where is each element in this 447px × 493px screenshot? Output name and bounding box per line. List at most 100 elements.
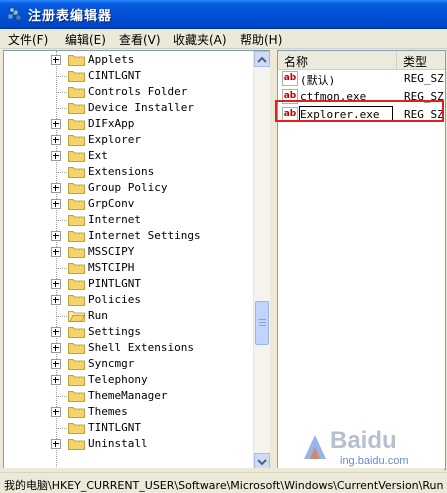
tree-item-label: Uninstall (88, 437, 148, 450)
tree-item-label: Device Installer (88, 101, 194, 114)
expand-plus-icon[interactable] (51, 343, 61, 353)
tree-item-controls-folder[interactable]: Controls Folder (4, 84, 254, 100)
expand-plus-icon[interactable] (51, 327, 61, 337)
expand-plus-icon[interactable] (51, 439, 61, 449)
folder-icon (68, 375, 85, 386)
tree-item-grpconv[interactable]: GrpConv (4, 196, 254, 212)
tree-item-applets[interactable]: Applets (4, 52, 254, 68)
expand-plus-icon[interactable] (51, 183, 61, 193)
tree-item-label: PINTLGNT (88, 277, 141, 290)
window-title: 注册表编辑器 (28, 9, 113, 24)
column-header-name[interactable]: 名称 (278, 51, 397, 70)
expand-plus-icon[interactable] (51, 231, 61, 241)
folder-icon (68, 135, 85, 146)
expand-plus-icon[interactable] (51, 199, 61, 209)
tree-item-explorer[interactable]: Explorer (4, 132, 254, 148)
tree-item-group-policy[interactable]: Group Policy (4, 180, 254, 196)
tree-item-label: Themes (88, 405, 128, 418)
tree-connector (57, 172, 67, 173)
tree-connector (57, 92, 67, 93)
folder-icon (68, 423, 85, 434)
menu-edit[interactable]: 编辑(E) (65, 31, 106, 48)
folder-icon (68, 343, 85, 354)
expand-plus-icon[interactable] (51, 279, 61, 289)
menu-view[interactable]: 查看(V) (119, 31, 161, 48)
value-row-default[interactable]: ab (默认) REG_SZ (278, 70, 445, 87)
tree-item-label: Syncmgr (88, 357, 135, 370)
column-header-name-label: 名称 (284, 55, 309, 69)
expand-plus-icon[interactable] (51, 135, 61, 145)
grip-line (259, 325, 266, 326)
folder-icon (68, 263, 85, 274)
folder-icon (68, 199, 85, 210)
tree-item-syncmgr[interactable]: Syncmgr (4, 356, 254, 372)
menu-favorites[interactable]: 收藏夹(A) (173, 31, 227, 48)
folder-icon (68, 87, 85, 98)
folder-icon (68, 231, 85, 242)
tree-vertical-scrollbar[interactable] (253, 51, 270, 469)
column-header-type[interactable]: 类型 (397, 51, 445, 70)
status-path: 我的电脑\HKEY_CURRENT_USER\Software\Microsof… (4, 479, 444, 492)
expand-plus-icon[interactable] (51, 407, 61, 417)
tree-connector (57, 268, 67, 269)
tree-item-label: Explorer (88, 133, 141, 146)
string-value-icon: ab (282, 71, 298, 86)
expand-plus-icon[interactable] (51, 359, 61, 369)
expand-plus-icon[interactable] (51, 295, 61, 305)
tree-connector (57, 428, 67, 429)
tree-item-extensions[interactable]: Extensions (4, 164, 254, 180)
menu-help[interactable]: 帮助(H) (240, 31, 282, 48)
tree-item-thememanager[interactable]: ThemeManager (4, 388, 254, 404)
expand-plus-icon[interactable] (51, 55, 61, 65)
menu-file[interactable]: 文件(F) (8, 31, 48, 48)
folder-icon (68, 359, 85, 370)
tree-item-msscipy[interactable]: MSSCIPY (4, 244, 254, 260)
tree-item-label: Internet Settings (88, 229, 201, 242)
scroll-thumb[interactable] (255, 301, 269, 345)
tree-item-cintlgnt[interactable]: CINTLGNT (4, 68, 254, 84)
tree-item-mstciph[interactable]: MSTCIPH (4, 260, 254, 276)
tree-item-device-installer[interactable]: Device Installer (4, 100, 254, 116)
key-tree-pane[interactable]: Applets CINTLGNT Controls Folder Device Ins… (3, 50, 271, 470)
scroll-up-button[interactable] (254, 51, 270, 67)
tree-item-run[interactable]: Run (4, 308, 254, 324)
tree-item-ext[interactable]: Ext (4, 148, 254, 164)
tree-item-label: Applets (88, 53, 135, 66)
tree-connector (57, 316, 67, 317)
tree-connector (57, 108, 67, 109)
tree-item-uninstall[interactable]: Uninstall (4, 436, 254, 452)
expand-plus-icon[interactable] (51, 119, 61, 129)
expand-plus-icon[interactable] (51, 247, 61, 257)
highlight-box (275, 100, 444, 122)
folder-open-icon (68, 311, 85, 322)
tree-item-themes[interactable]: Themes (4, 404, 254, 420)
folder-icon (68, 55, 85, 66)
tree-item-policies[interactable]: Policies (4, 292, 254, 308)
title-bar[interactable]: 注册表编辑器 (0, 0, 447, 29)
tree-item-label: DIFxApp (88, 117, 135, 130)
expand-plus-icon[interactable] (51, 151, 61, 161)
arrow-down-icon (257, 459, 267, 466)
tree-item-label: Internet (88, 213, 141, 226)
column-header-type-label: 类型 (403, 55, 428, 69)
registry-editor-window: 注册表编辑器 文件(F) 编辑(E) 查看(V) 收藏夹(A) 帮助(H) Ap… (0, 0, 447, 493)
folder-icon (68, 391, 85, 402)
scroll-down-button[interactable] (254, 453, 270, 469)
tree-item-internet[interactable]: Internet (4, 212, 254, 228)
folder-icon (68, 215, 85, 226)
folder-icon (68, 247, 85, 258)
tree-item-tintlgnt[interactable]: TINTLGNT (4, 420, 254, 436)
tree-item-pintlgnt[interactable]: PINTLGNT (4, 276, 254, 292)
tree-item-internet-settings[interactable]: Internet Settings (4, 228, 254, 244)
expand-plus-icon[interactable] (51, 375, 61, 385)
tree-item-label: TINTLGNT (88, 421, 141, 434)
tree-item-telephony[interactable]: Telephony (4, 372, 254, 388)
folder-icon (68, 151, 85, 162)
tree-item-difxapp[interactable]: DIFxApp (4, 116, 254, 132)
watermark-brand: Baidu (330, 427, 397, 454)
tree-item-label: Group Policy (88, 181, 168, 194)
folder-icon (68, 279, 85, 290)
folder-icon (68, 183, 85, 194)
tree-item-settings[interactable]: Settings (4, 324, 254, 340)
tree-item-shell-extensions[interactable]: Shell Extensions (4, 340, 254, 356)
